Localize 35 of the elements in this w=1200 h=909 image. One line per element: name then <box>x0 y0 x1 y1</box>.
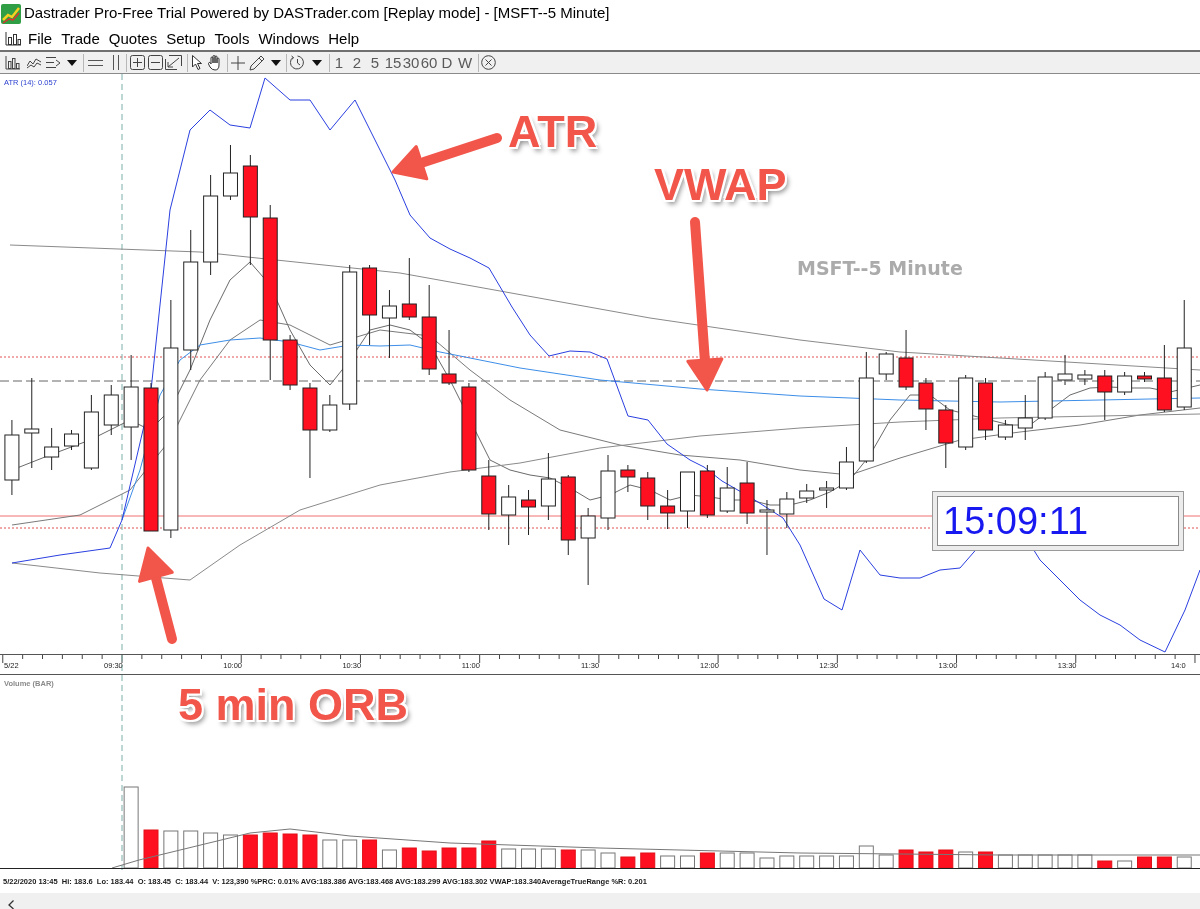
window-title: Dastrader Pro-Free Trial Powered by DASTrader.com [Replay mode] - [MSFT--5 Minute] <box>24 3 610 24</box>
interval-button[interactable]: 1 <box>330 53 348 72</box>
interval-button[interactable]: W <box>456 53 474 72</box>
hand-icon[interactable] <box>208 54 223 71</box>
interval-button[interactable]: 60 <box>420 53 438 72</box>
menu-item[interactable]: Tools <box>210 28 254 49</box>
app-logo-icon <box>1 3 21 24</box>
menu-item[interactable]: Quotes <box>104 28 162 49</box>
pencil-icon[interactable] <box>249 54 265 71</box>
menu-item[interactable]: Windows <box>254 28 324 49</box>
scroll-left-icon[interactable] <box>8 900 14 909</box>
caret-icon[interactable] <box>271 59 281 66</box>
bar-chart-icon[interactable] <box>5 31 22 46</box>
close-icon[interactable] <box>481 55 496 70</box>
interval-button[interactable]: 15 <box>384 53 402 72</box>
menu-item[interactable]: Setup <box>162 28 210 49</box>
list-icon[interactable] <box>46 56 61 69</box>
menu-item[interactable]: Trade <box>57 28 104 49</box>
menu-item[interactable]: Help <box>324 28 364 49</box>
caret-icon[interactable] <box>67 59 77 66</box>
vertical-lines-icon[interactable] <box>112 55 120 70</box>
interval-button[interactable]: 5 <box>366 53 384 72</box>
zoom-in-icon[interactable] <box>130 55 145 70</box>
caret-icon[interactable] <box>312 59 322 66</box>
interval-button[interactable]: 30 <box>402 53 420 72</box>
interval-button[interactable]: D <box>438 53 456 72</box>
horizontal-lines-icon[interactable] <box>88 58 103 67</box>
pointer-icon[interactable] <box>192 55 202 70</box>
bar-chart-icon[interactable] <box>5 55 20 70</box>
zoom-out-icon[interactable] <box>148 55 163 70</box>
resize-icon[interactable] <box>165 55 182 70</box>
interval-button[interactable]: 2 <box>348 53 366 72</box>
line-chart-icon[interactable] <box>27 56 41 69</box>
menu-item[interactable]: File <box>24 28 57 49</box>
clock-icon[interactable] <box>290 55 305 70</box>
